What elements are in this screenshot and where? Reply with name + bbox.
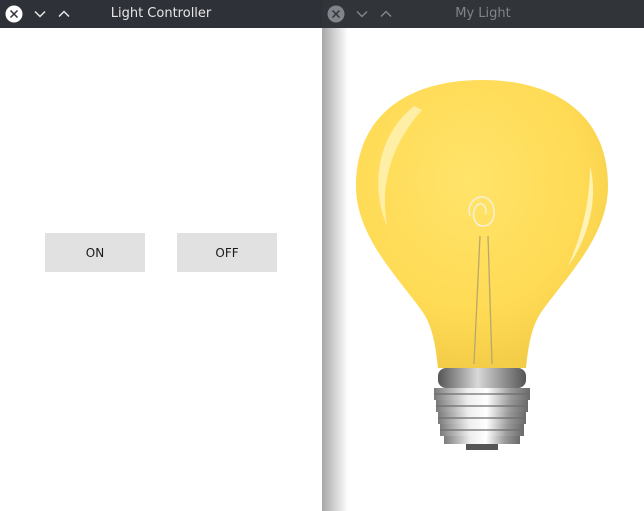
close-icon[interactable] bbox=[326, 4, 346, 24]
my-light-window: My Light bbox=[322, 0, 644, 511]
title-bar: Light Controller bbox=[0, 0, 322, 28]
light-client-area bbox=[322, 28, 644, 511]
controller-client-area: ON OFF bbox=[2, 28, 322, 509]
lightbulb-icon bbox=[352, 76, 612, 460]
title-bar: My Light bbox=[322, 0, 644, 28]
window-title: Light Controller bbox=[110, 6, 212, 21]
close-icon[interactable] bbox=[4, 4, 24, 24]
window-shadow bbox=[322, 28, 348, 511]
minimize-icon[interactable] bbox=[30, 4, 50, 24]
window-title: My Light bbox=[455, 6, 511, 21]
light-controller-window: Light Controller ON OFF bbox=[0, 0, 322, 511]
minimize-icon[interactable] bbox=[352, 4, 372, 24]
off-button[interactable]: OFF bbox=[177, 233, 277, 272]
on-button[interactable]: ON bbox=[45, 233, 145, 272]
